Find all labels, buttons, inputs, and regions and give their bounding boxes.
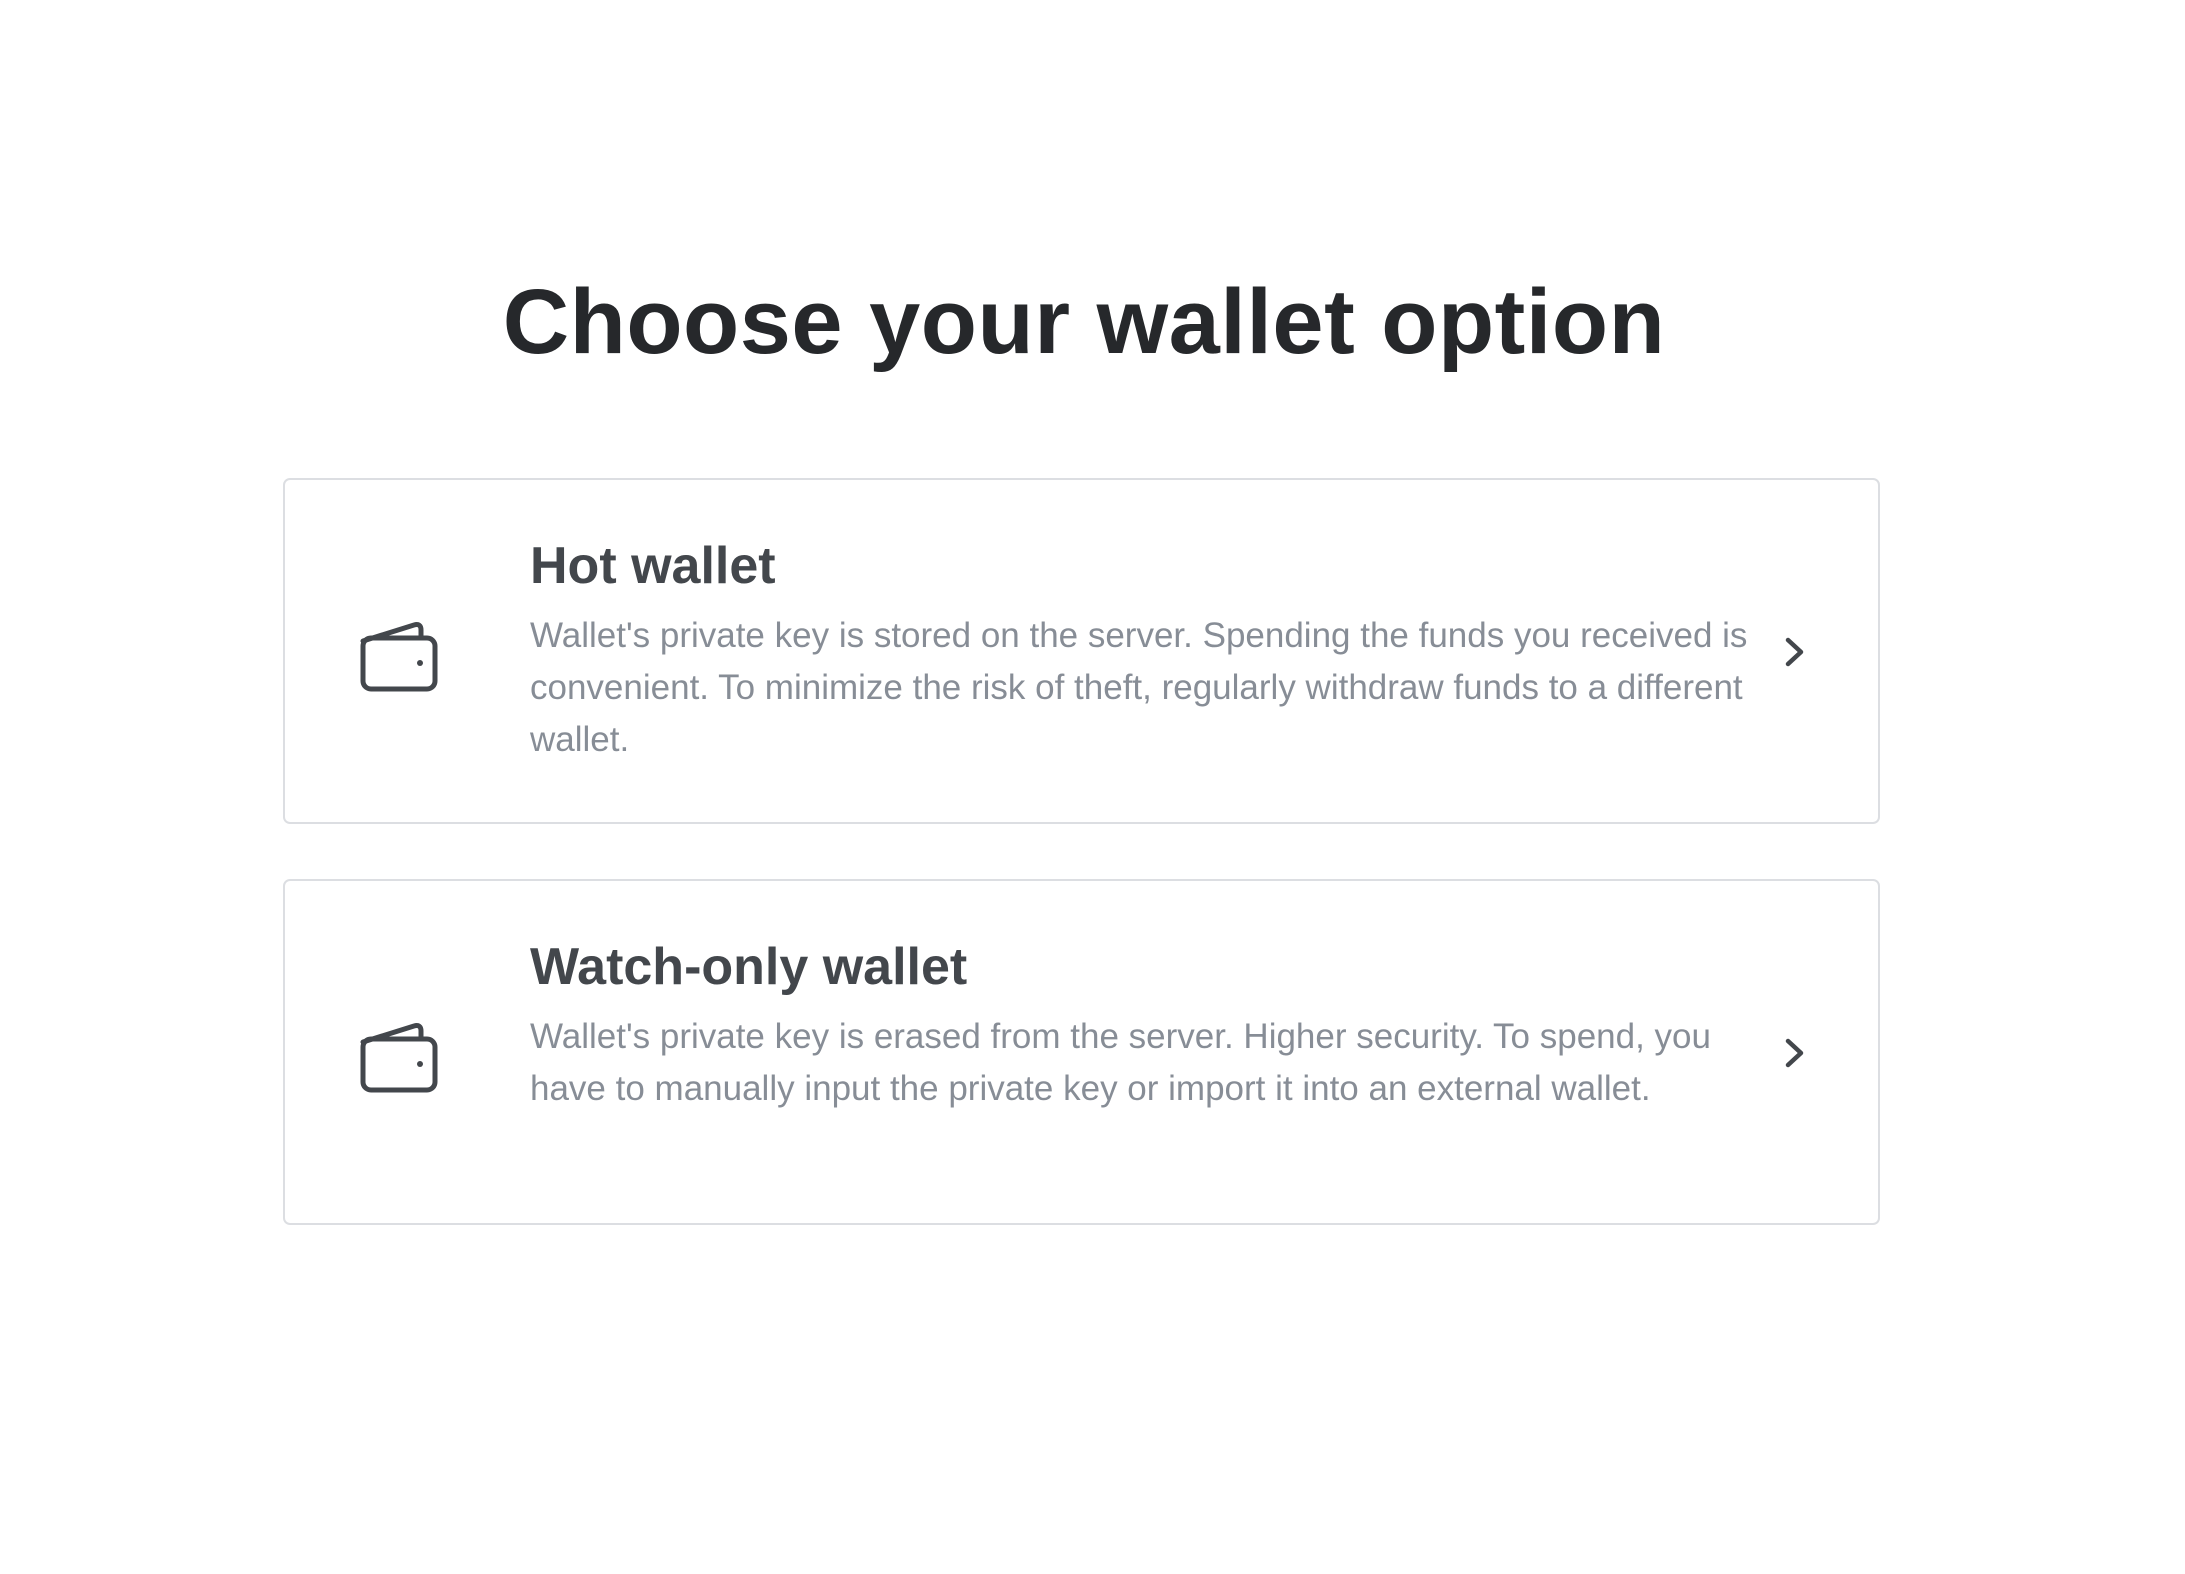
option-text: Watch-only wallet Wallet's private key i… [530,933,1755,1115]
watch-only-wallet-option[interactable]: Watch-only wallet Wallet's private key i… [283,879,1880,1225]
option-text: Hot wallet Wallet's private key is store… [530,532,1755,766]
option-description: Wallet's private key is stored on the se… [530,616,1748,759]
hot-wallet-option[interactable]: Hot wallet Wallet's private key is store… [283,478,1880,824]
option-title: Watch-only wallet [530,938,968,996]
option-title: Hot wallet [530,537,776,595]
chevron-right-icon[interactable] [1775,633,1813,671]
wallet-icon [356,611,440,695]
option-description: Wallet's private key is erased from the … [530,1017,1711,1108]
wallet-option-page: Choose your wallet option Hot wallet Wal… [0,0,2185,1574]
chevron-right-icon[interactable] [1775,1034,1813,1072]
wallet-icon [356,1012,440,1096]
page-title: Choose your wallet option [502,271,1666,373]
